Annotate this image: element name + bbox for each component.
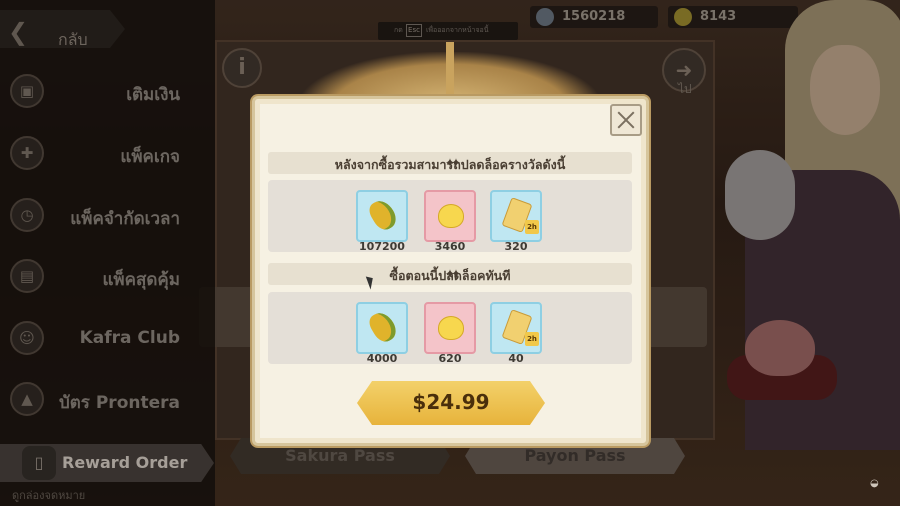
section-title-instant-unlock: ✦ ซื้อตอนนี้ปลดล็อคทันที ✦ [268, 263, 632, 285]
poring-icon [438, 204, 464, 228]
price-label: $24.99 [412, 390, 490, 414]
item-quantity: 3460 [434, 240, 466, 253]
reward-item-ticket[interactable]: 2h 40 [490, 302, 542, 365]
reward-item-poring[interactable]: 3460 [424, 190, 476, 253]
watermark-icon: ◒ [870, 478, 879, 489]
item-quantity: 620 [438, 352, 462, 365]
reward-item-ticket[interactable]: 2h 320 [490, 190, 542, 253]
zeny-icon [365, 308, 401, 346]
duration-badge: 2h [525, 332, 539, 346]
item-quantity: 4000 [366, 352, 398, 365]
modal-crest-ray [446, 42, 454, 102]
ornament-right-icon: ✦ [444, 155, 456, 170]
close-icon[interactable] [610, 104, 642, 136]
reward-row-total: 107200 3460 2h 320 [268, 180, 632, 253]
zeny-icon [365, 196, 401, 234]
duration-badge: 2h [525, 220, 539, 234]
reward-row-instant: 4000 620 2h 40 [268, 292, 632, 365]
poring-icon [438, 316, 464, 340]
item-quantity: 40 [508, 352, 524, 365]
item-quantity: 320 [504, 240, 528, 253]
reward-item-zeny[interactable]: 107200 [356, 190, 408, 253]
section-title-total-unlock: ✦ หลังจากซื้อรวมสามารถปลดล็อครางวัลดังนี… [268, 152, 632, 174]
item-quantity: 107200 [359, 240, 405, 253]
reward-item-zeny[interactable]: 4000 [356, 302, 408, 365]
reward-item-poring[interactable]: 620 [424, 302, 476, 365]
ornament-right-icon: ✦ [444, 266, 456, 281]
purchase-button[interactable]: $24.99 [357, 381, 545, 425]
